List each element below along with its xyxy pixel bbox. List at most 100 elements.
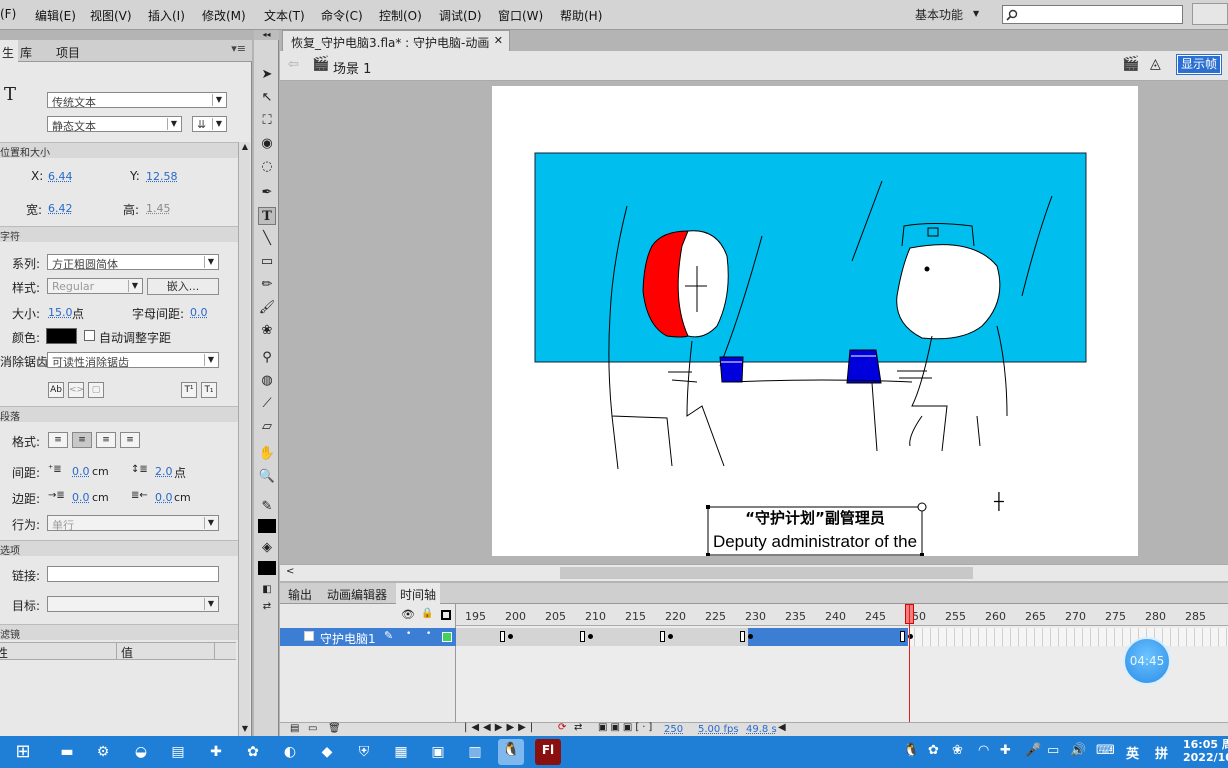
app-icon[interactable]: ▣ xyxy=(427,741,449,763)
lock-dot-icon[interactable]: • xyxy=(426,629,431,639)
volume-icon[interactable]: 🔊 xyxy=(1070,743,1086,758)
empty-frame-cell[interactable] xyxy=(970,628,971,646)
fill-color-icon[interactable]: ◈ xyxy=(258,539,276,557)
empty-frame-cell[interactable] xyxy=(954,628,955,646)
empty-frame-cell[interactable] xyxy=(1226,628,1227,646)
system-clock[interactable]: 16:05 周 2022/10 xyxy=(1183,738,1228,764)
keyframe-marker[interactable] xyxy=(588,634,593,639)
onion-skin-icons[interactable]: ▣▣▣[·] xyxy=(598,722,655,733)
scroll-thumb[interactable] xyxy=(560,567,973,579)
text-tool-icon[interactable]: T xyxy=(258,207,276,225)
size-value[interactable]: 15.0 xyxy=(48,306,73,319)
align-center-icon[interactable]: ≡ xyxy=(72,432,92,448)
battery-icon[interactable]: ▭ xyxy=(1047,743,1059,758)
frames-area[interactable]: 195 200 205 210 215 220 225 230 235 240 245 250 255 2… xyxy=(456,604,1228,736)
empty-frame-cell[interactable] xyxy=(1002,628,1003,646)
align-right-icon[interactable]: ≡ xyxy=(96,432,116,448)
playback-controls[interactable]: |◀◀▶▶▶| xyxy=(464,722,537,733)
empty-frame-cell[interactable] xyxy=(1018,628,1019,646)
empty-frame-cell[interactable] xyxy=(994,628,995,646)
link-input[interactable] xyxy=(47,566,219,582)
elapsed-time[interactable]: 49.8 s xyxy=(746,724,777,735)
menu-window[interactable]: 窗口(W) xyxy=(498,7,543,24)
keyframe-marker[interactable] xyxy=(748,634,753,639)
empty-frame-cell[interactable] xyxy=(986,628,987,646)
section-position-size[interactable]: 位置和大小 xyxy=(0,142,238,159)
edit-symbol-icon[interactable]: ◬ xyxy=(1150,56,1161,72)
empty-frame-cell[interactable] xyxy=(1074,628,1075,646)
letter-spacing-value[interactable]: 0.0 xyxy=(190,306,208,319)
layer-name[interactable]: 守护电脑1 xyxy=(320,630,376,647)
menu-debug[interactable]: 调试(D) xyxy=(439,7,482,24)
line-tool-icon[interactable]: ╲ xyxy=(258,230,276,248)
frame-track[interactable] xyxy=(456,628,1228,646)
app-icon[interactable]: ▦ xyxy=(390,741,412,763)
pencil-tool-icon[interactable]: ✏ xyxy=(258,276,276,294)
stroke-color-icon[interactable]: ✎ xyxy=(258,498,276,516)
empty-frame-cell[interactable] xyxy=(1034,628,1035,646)
browser-icon[interactable]: ◐ xyxy=(279,741,301,763)
current-frame[interactable]: 250 xyxy=(664,724,683,735)
empty-frame-cell[interactable] xyxy=(1082,628,1083,646)
app-icon[interactable]: ✚ xyxy=(205,741,227,763)
empty-frame-cell[interactable] xyxy=(1010,628,1011,646)
brush-tool-icon[interactable]: 🖌 xyxy=(258,299,276,317)
tab-properties[interactable]: 生 xyxy=(0,40,19,62)
left-margin-value[interactable]: 0.0 xyxy=(72,491,90,504)
color-swatch[interactable] xyxy=(46,328,77,344)
black-white-icon[interactable]: ◧ xyxy=(258,581,276,599)
document-tab[interactable]: 恢复_守护电脑3.fla* : 守护电脑-动画 ✕ xyxy=(282,30,510,51)
network-icon[interactable]: ◠ xyxy=(978,743,989,758)
free-transform-tool-icon[interactable]: ⛶ xyxy=(258,112,276,130)
app-icon[interactable]: ✿ xyxy=(242,741,264,763)
keyboard-icon[interactable]: ⌨ xyxy=(1096,743,1115,758)
subscript-icon[interactable]: T₁ xyxy=(201,382,217,398)
menu-insert[interactable]: 插入(I) xyxy=(148,7,185,24)
orientation-select[interactable]: ⇊ ▼ xyxy=(192,116,227,132)
tab-library[interactable]: 库 xyxy=(20,44,32,61)
lasso-tool-icon[interactable]: ◌ xyxy=(258,158,276,176)
app-icon[interactable]: ▤ xyxy=(167,741,189,763)
collapse-toolbar-icon[interactable]: ◂◂ xyxy=(254,30,279,40)
microphone-icon[interactable]: 🎤 xyxy=(1025,743,1041,758)
center-frame-icon[interactable]: ⇄ xyxy=(574,722,582,733)
layer-row[interactable]: 守护电脑1 ✎ • • xyxy=(280,628,456,646)
keyframe-marker[interactable] xyxy=(668,634,673,639)
empty-frame-cell[interactable] xyxy=(930,628,931,646)
section-paragraph[interactable]: 段落 xyxy=(0,406,238,423)
subselection-tool-icon[interactable]: ↖ xyxy=(258,89,276,107)
empty-frame-cell[interactable] xyxy=(1210,628,1211,646)
anti-alias-select[interactable]: 可读性消除锯齿 ▼ xyxy=(47,352,219,368)
zoom-select[interactable]: 显示帧 xyxy=(1176,54,1222,75)
menu-modify[interactable]: 修改(M) xyxy=(202,7,246,24)
empty-frame-cell[interactable] xyxy=(946,628,947,646)
scene-label[interactable]: 场景 1 xyxy=(333,58,371,77)
eraser-tool-icon[interactable]: ▱ xyxy=(258,418,276,436)
tab-timeline[interactable]: 时间轴 xyxy=(396,583,441,604)
empty-frame-cell[interactable] xyxy=(1194,628,1195,646)
line-spacing-value[interactable]: 2.0 xyxy=(155,465,173,478)
frame-rate[interactable]: 5.00 fps xyxy=(698,724,739,735)
start-icon[interactable]: ⊞ xyxy=(12,741,34,763)
tab-output[interactable]: 输出 xyxy=(288,586,312,603)
chevron-down-icon[interactable]: ▼ xyxy=(973,9,979,18)
edit-scene-icon[interactable]: 🎬 xyxy=(1122,56,1139,72)
empty-frame-cell[interactable] xyxy=(1098,628,1099,646)
app-icon[interactable]: ▥ xyxy=(464,741,486,763)
empty-frame-cell[interactable] xyxy=(978,628,979,646)
section-filters[interactable]: 滤镜 xyxy=(0,624,238,641)
selectable-text-icon[interactable]: Ab xyxy=(48,382,64,398)
keyframe-marker[interactable] xyxy=(508,634,513,639)
panel-menu-icon[interactable]: ▾≡ xyxy=(231,42,246,55)
empty-frame-cell[interactable] xyxy=(962,628,963,646)
scroll-down-icon[interactable]: ▼ xyxy=(240,724,250,736)
tab-motion-editor[interactable]: 动画编辑器 xyxy=(327,586,387,603)
hand-tool-icon[interactable]: ✋ xyxy=(258,445,276,463)
rectangle-tool-icon[interactable]: ▭ xyxy=(258,253,276,271)
tab-project[interactable]: 项目 xyxy=(56,44,80,61)
swap-colors-icon[interactable]: ⇄ xyxy=(258,598,276,616)
menu-view[interactable]: 视图(V) xyxy=(90,7,132,24)
section-character[interactable]: 字符 xyxy=(0,226,238,243)
empty-frame-cell[interactable] xyxy=(1178,628,1179,646)
qq-tray-icon[interactable]: 🐧 xyxy=(903,743,919,758)
